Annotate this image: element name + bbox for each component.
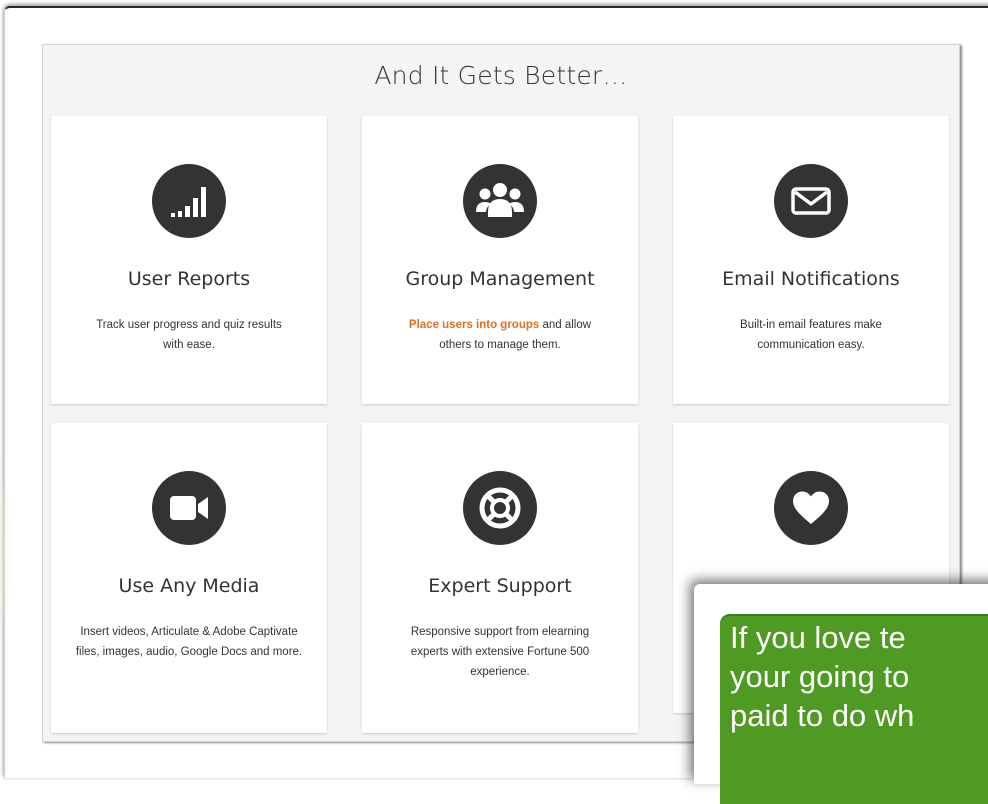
promo-popup[interactable]: If you love te your going to paid to do …	[694, 584, 988, 804]
section-title: And It Gets Better…	[374, 61, 628, 90]
promo-line: your going to	[730, 659, 910, 694]
card-title: Expert Support	[428, 575, 572, 597]
promo-line: paid to do wh	[730, 698, 915, 733]
feature-card-email-notifications: Email Notifications Built-in email featu…	[673, 116, 949, 404]
envelope-icon	[774, 164, 848, 238]
card-description: Track user progress and quiz results wit…	[96, 319, 282, 351]
users-group-icon	[463, 164, 537, 238]
heart-icon	[774, 471, 848, 545]
promo-banner[interactable]: If you love te your going to paid to do …	[720, 614, 988, 804]
feature-card-expert-support: Expert Support Responsive support from e…	[362, 423, 638, 733]
card-description: Responsive support from elearning expert…	[410, 626, 590, 678]
card-description: Place users into groups and allow others…	[392, 315, 608, 355]
card-title: Email Notifications	[722, 268, 900, 290]
promo-text: If you love te your going to paid to do …	[730, 618, 988, 735]
card-description: Built-in email features make communicati…	[740, 319, 882, 351]
signal-bars-icon	[152, 164, 226, 238]
place-users-link[interactable]: Place users into groups	[409, 319, 539, 331]
life-ring-icon	[463, 471, 537, 545]
card-description: Insert videos, Articulate & Adobe Captiv…	[75, 626, 303, 658]
feature-card-user-reports: User Reports Track user progress and qui…	[51, 116, 327, 404]
edge-glow	[0, 430, 14, 670]
card-title: Use Any Media	[118, 575, 260, 597]
promo-line: If you love te	[730, 620, 906, 655]
card-title: User Reports	[127, 268, 251, 290]
card-title: Group Management	[405, 268, 595, 290]
feature-card-group-management: Group Management Place users into groups…	[362, 116, 638, 404]
video-camera-icon	[152, 471, 226, 545]
feature-card-use-any-media: Use Any Media Insert videos, Articulate …	[51, 423, 327, 733]
